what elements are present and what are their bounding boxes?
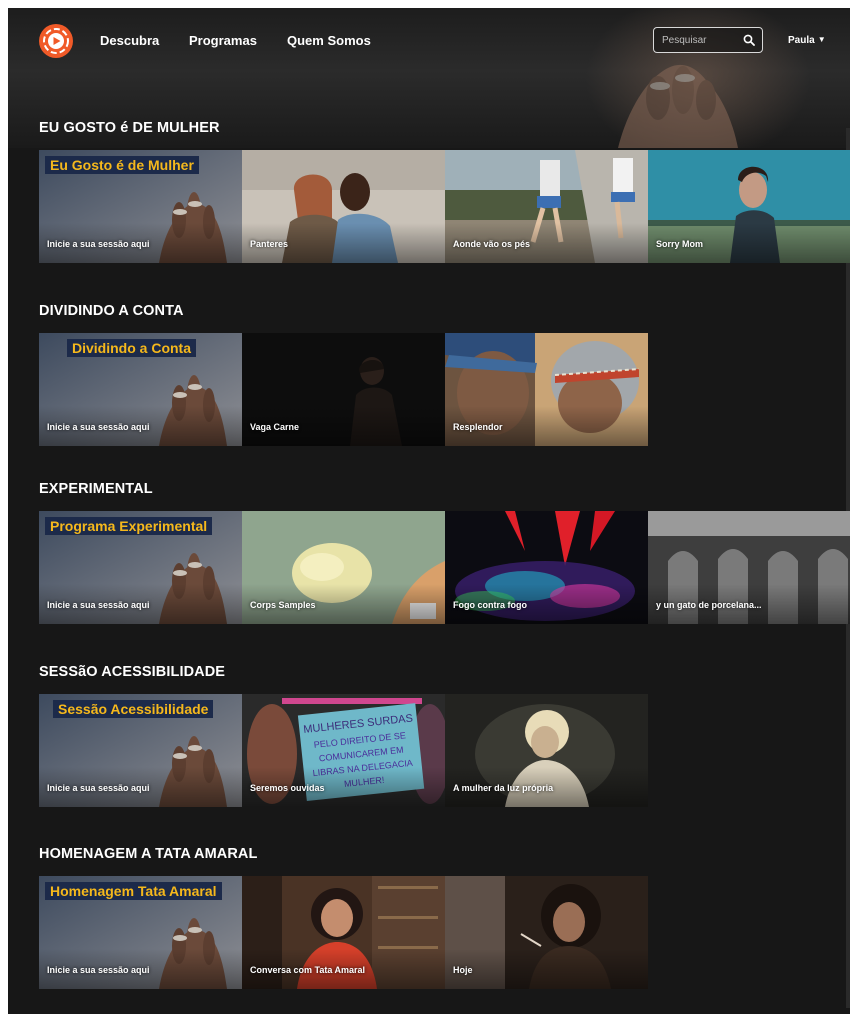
section-title-eu-gosto: EU GOSTO é DE MULHER	[39, 120, 220, 136]
card-seremos-ouvidas[interactable]: MULHERES SURDAS PELO DIREITO DE SE COMUN…	[242, 694, 445, 807]
card-a-mulher-da-luz-propria[interactable]: A mulher da luz própria	[445, 694, 648, 807]
card-label: Seremos ouvidas	[250, 783, 325, 793]
program-title: Sessão Acessibilidade	[53, 700, 214, 718]
card-label: Vaga Carne	[250, 422, 300, 432]
card-sorry-mom[interactable]: Sorry Mom	[648, 150, 850, 263]
nav-descubra[interactable]: Descubra	[100, 33, 159, 48]
card-label: Inicie a sua sessão aqui	[47, 783, 150, 793]
card-label: Hoje	[453, 965, 473, 975]
card-label: A mulher da luz própria	[453, 783, 554, 793]
card-label: Panteres	[250, 239, 289, 249]
program-title: Dividindo a Conta	[67, 339, 196, 357]
card-conversa-com-tata-amaral[interactable]: Conversa com Tata Amaral	[242, 876, 445, 989]
nav-programas[interactable]: Programas	[189, 33, 257, 48]
user-menu[interactable]: Paula ▼	[788, 35, 826, 46]
card-y-un-gato[interactable]: y un gato de porcelana...	[648, 511, 850, 624]
app-frame: Descubra Programas Quem Somos Paula▼ EU …	[8, 8, 850, 1014]
card-hoje[interactable]: Hoje	[445, 876, 648, 989]
card-panteres[interactable]: Panteres	[242, 150, 445, 263]
card-label: Fogo contra fogo	[453, 600, 527, 610]
card-session-start[interactable]: Homenagem Tata Amaral Inicie a sua sessã…	[39, 876, 242, 989]
section-title-tata-amaral: HOMENAGEM A TATA AMARAL	[39, 846, 258, 862]
card-session-start[interactable]: Programa Experimental Inicie a sua sessã…	[39, 511, 242, 624]
card-label: Inicie a sua sessão aqui	[47, 965, 150, 975]
search-icon[interactable]	[743, 34, 755, 46]
program-title: Eu Gosto é de Mulher	[45, 156, 199, 174]
card-label: Inicie a sua sessão aqui	[47, 600, 150, 610]
card-fogo-contra-fogo[interactable]: Fogo contra fogo	[445, 511, 648, 624]
card-label: Resplendor	[453, 422, 503, 432]
card-label: Sorry Mom	[656, 239, 704, 249]
card-label: y un gato de porcelana...	[656, 600, 762, 610]
card-label: Corps Samples	[250, 600, 316, 610]
card-session-start[interactable]: Dividindo a Conta Inicie a sua sessão aq…	[39, 333, 242, 446]
user-name: Paula	[788, 35, 815, 46]
card-label: Conversa com Tata Amaral	[250, 965, 366, 975]
section-title-experimental: EXPERIMENTAL	[39, 481, 153, 497]
caret-down-icon: ▼	[817, 35, 826, 44]
program-title: Programa Experimental	[45, 517, 213, 535]
search-box	[653, 27, 763, 53]
card-vaga-carne[interactable]: Vaga Carne	[242, 333, 445, 446]
nav-quem-somos[interactable]: Quem Somos	[287, 33, 371, 48]
card-session-start[interactable]: Sessão Acessibilidade Inicie a sua sessã…	[39, 694, 242, 807]
card-label: Aonde vão os pés	[453, 239, 531, 249]
program-title: Homenagem Tata Amaral	[45, 882, 222, 900]
card-resplendor[interactable]: Resplendor	[445, 333, 648, 446]
search-input[interactable]	[662, 31, 734, 49]
card-session-start[interactable]: Eu Gosto é de Mulher Inicie a sua sessão…	[39, 150, 242, 263]
card-label: Inicie a sua sessão aqui	[47, 239, 150, 249]
card-aonde-vao-os-pes[interactable]: Aonde vão os pés	[445, 150, 648, 263]
top-navigation: Descubra Programas Quem Somos Paula▼	[8, 8, 850, 74]
card-label: Inicie a sua sessão aqui	[47, 422, 150, 432]
play-logo-icon[interactable]	[38, 23, 74, 59]
section-title-acessibilidade: SESSãO ACESSIBILIDADE	[39, 664, 226, 680]
card-corps-samples[interactable]: Corps Samples	[242, 511, 445, 624]
section-title-dividindo: DIVIDINDO A CONTA	[39, 303, 184, 319]
movie-thumbnail-image	[445, 876, 648, 989]
